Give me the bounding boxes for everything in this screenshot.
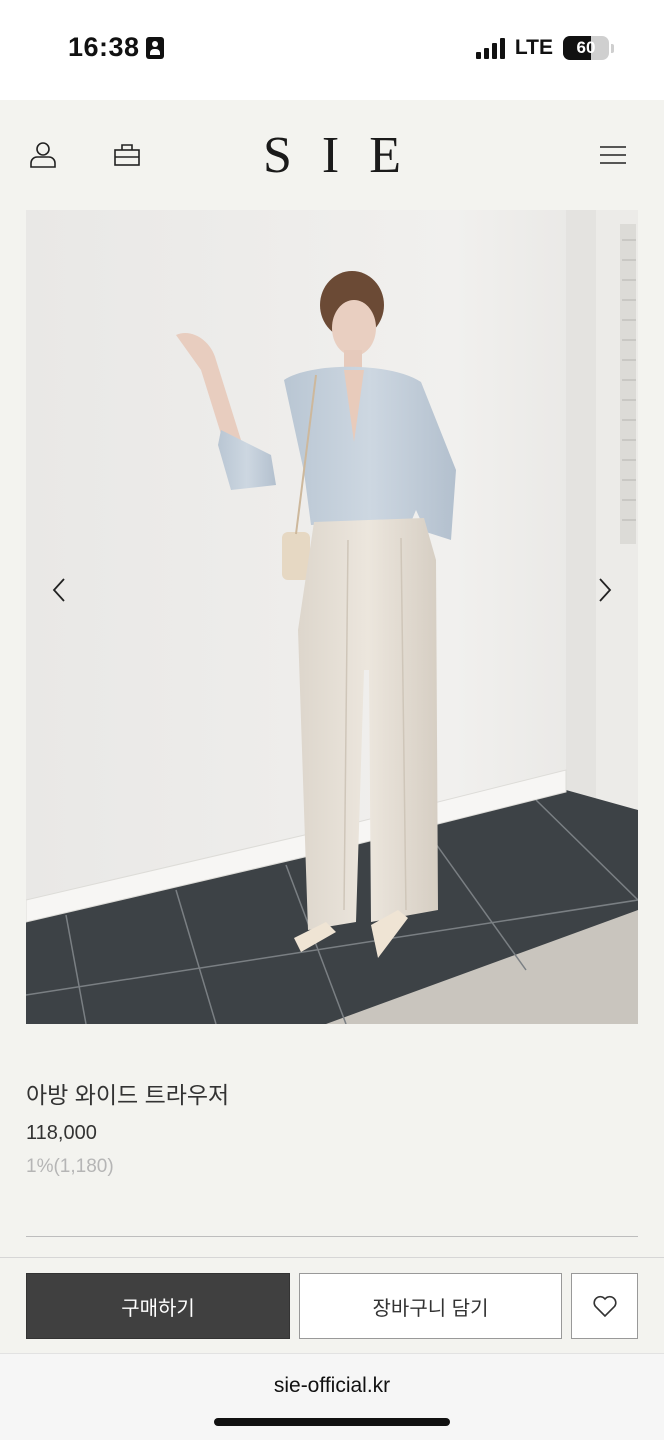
home-indicator[interactable]: [214, 1418, 450, 1426]
brand-logo[interactable]: SIE: [0, 126, 664, 185]
reward-points: 1%(1,180): [26, 1156, 114, 1177]
buy-now-button[interactable]: 구매하기: [26, 1273, 290, 1339]
product-name: 아방 와이드 트라우저: [26, 1082, 230, 1108]
clock-text: 16:38: [68, 32, 140, 62]
hamburger-menu-icon[interactable]: [596, 138, 630, 172]
browser-bottom-bar: sie-official.kr: [0, 1353, 664, 1440]
product-image-carousel[interactable]: [26, 210, 638, 1024]
chevron-right-icon[interactable]: [590, 575, 620, 605]
chevron-left-icon[interactable]: [44, 575, 74, 605]
signal-bars-icon: [475, 37, 505, 59]
wishlist-button[interactable]: [571, 1273, 638, 1339]
status-bar: 16:38 LTE 60: [0, 0, 664, 100]
product-photo: [26, 210, 638, 1024]
battery-icon: 60: [563, 36, 609, 60]
divider: [26, 1236, 638, 1237]
heart-icon: [592, 1295, 617, 1318]
status-indicators: LTE 60: [475, 36, 614, 60]
contact-card-icon: [145, 36, 164, 59]
battery-percent: 60: [576, 38, 596, 57]
url-bar[interactable]: sie-official.kr: [0, 1374, 664, 1398]
network-type: LTE: [514, 36, 553, 59]
site-header: SIE: [0, 100, 664, 210]
purchase-action-bar: 구매하기 장바구니 담기: [0, 1257, 664, 1353]
status-time: 16:38: [68, 32, 164, 63]
battery-tip: [611, 43, 614, 53]
product-price: 118,000: [26, 1122, 97, 1144]
add-to-cart-button[interactable]: 장바구니 담기: [299, 1273, 562, 1339]
